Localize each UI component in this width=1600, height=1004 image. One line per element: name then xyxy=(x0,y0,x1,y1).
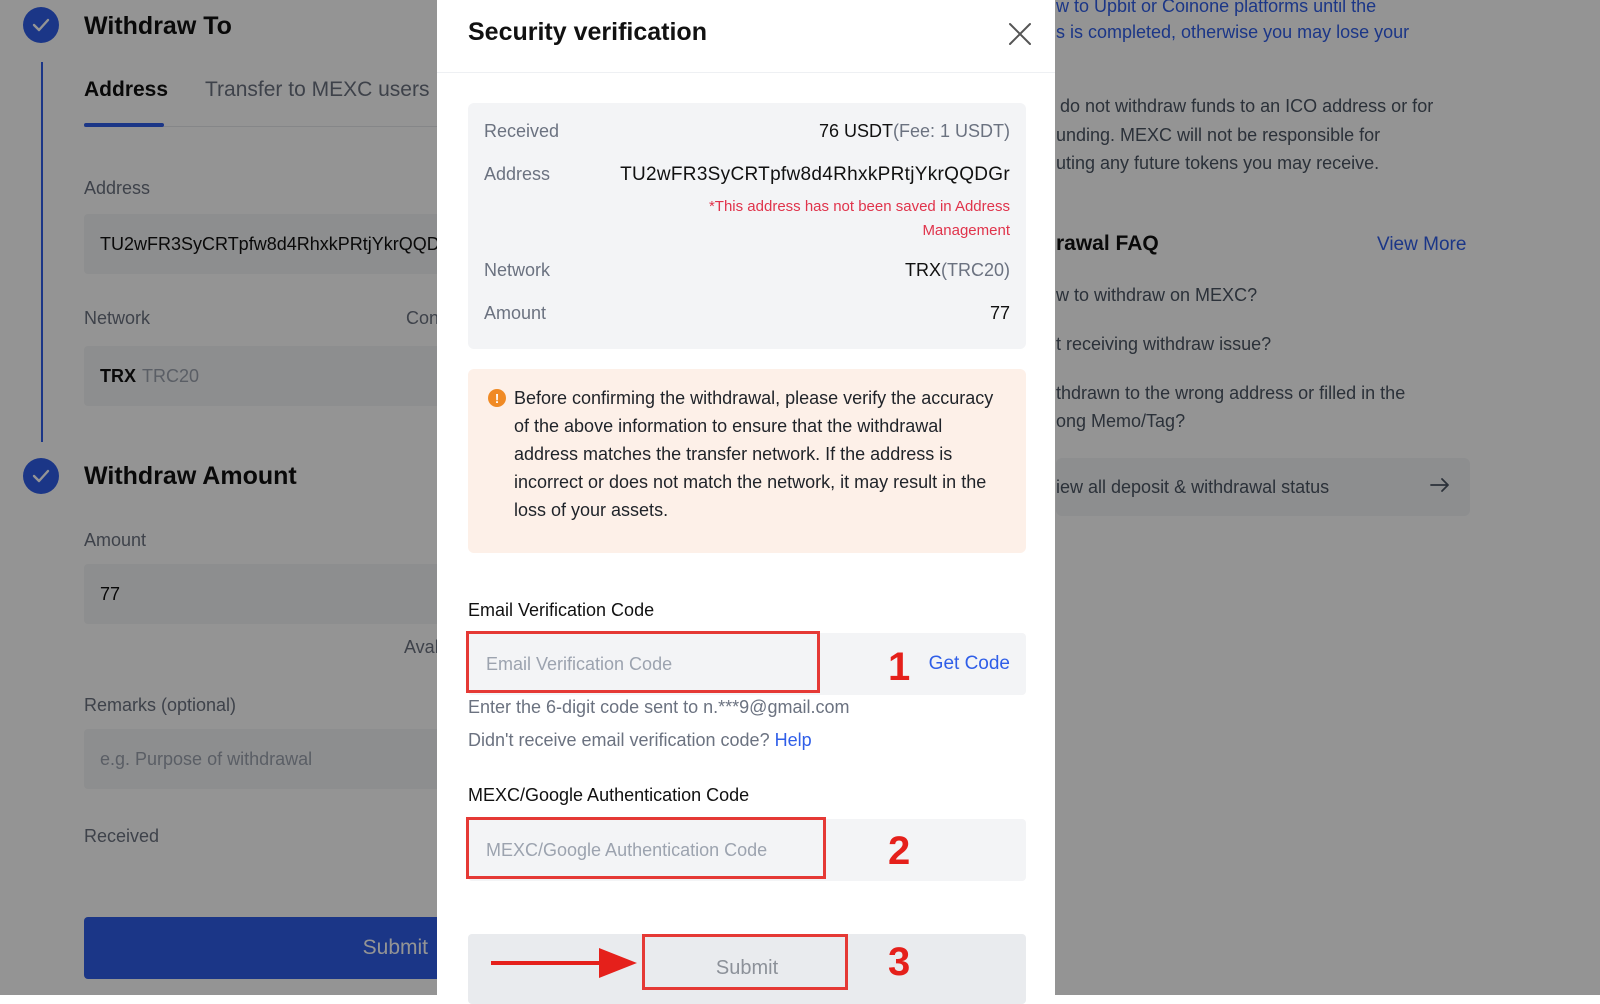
summary-network-value: TRX(TRC20) xyxy=(905,260,1010,281)
get-code-button[interactable]: Get Code xyxy=(929,653,1010,675)
address-not-saved-warning: *This address has not been saved in Addr… xyxy=(708,198,1010,239)
network-name: TRX xyxy=(904,260,941,280)
auth-code-field xyxy=(468,819,1026,881)
annotation-step-2: 2 xyxy=(888,829,911,873)
email-code-hint: Enter the 6-digit code sent to n.***9@gm… xyxy=(468,697,850,717)
help-link[interactable]: Help xyxy=(775,730,812,750)
email-help-line: Didn't receive email verification code? … xyxy=(468,730,812,751)
annotation-step-3: 3 xyxy=(888,940,911,984)
received-fee: (Fee: 1 USDT) xyxy=(892,121,1010,141)
confirmation-warning: ! Before confirming the withdrawal, plea… xyxy=(468,369,1026,553)
modal-header: Security verification xyxy=(437,0,1055,73)
modal-title: Security verification xyxy=(468,18,707,46)
summary-received-label: Received xyxy=(484,121,560,141)
summary-address-label: Address xyxy=(484,164,551,184)
email-code-label: Email Verification Code xyxy=(468,600,655,620)
annotation-step-1: 1 xyxy=(888,645,911,689)
withdrawal-summary: Received 76 USDT(Fee: 1 USDT) Address TU… xyxy=(468,103,1026,349)
annotation-arrow-icon xyxy=(491,944,641,987)
close-icon xyxy=(1009,23,1031,45)
email-help-prefix: Didn't receive email verification code? xyxy=(468,730,770,750)
close-button[interactable] xyxy=(1006,20,1034,48)
security-verification-modal: Security verification Received 76 USDT(F… xyxy=(437,0,1055,1004)
auth-code-input[interactable] xyxy=(468,819,820,881)
summary-network-label: Network xyxy=(484,260,551,280)
summary-received-value: 76 USDT(Fee: 1 USDT) xyxy=(819,121,1010,142)
warning-icon: ! xyxy=(488,389,506,407)
email-code-input[interactable] xyxy=(468,633,818,695)
confirmation-warning-text: Before confirming the withdrawal, please… xyxy=(514,388,994,520)
summary-amount-value: 77 xyxy=(989,303,1010,323)
received-amount: 76 USDT xyxy=(818,121,893,141)
email-code-field: Get Code xyxy=(468,633,1026,695)
auth-code-label: MEXC/Google Authentication Code xyxy=(468,785,750,805)
summary-address-value: TU2wFR3SyCRTpfw8d4RhxkPRtjYkrQQDGr xyxy=(620,164,1010,185)
summary-amount-label: Amount xyxy=(484,303,547,323)
network-protocol: (TRC20) xyxy=(940,260,1010,280)
